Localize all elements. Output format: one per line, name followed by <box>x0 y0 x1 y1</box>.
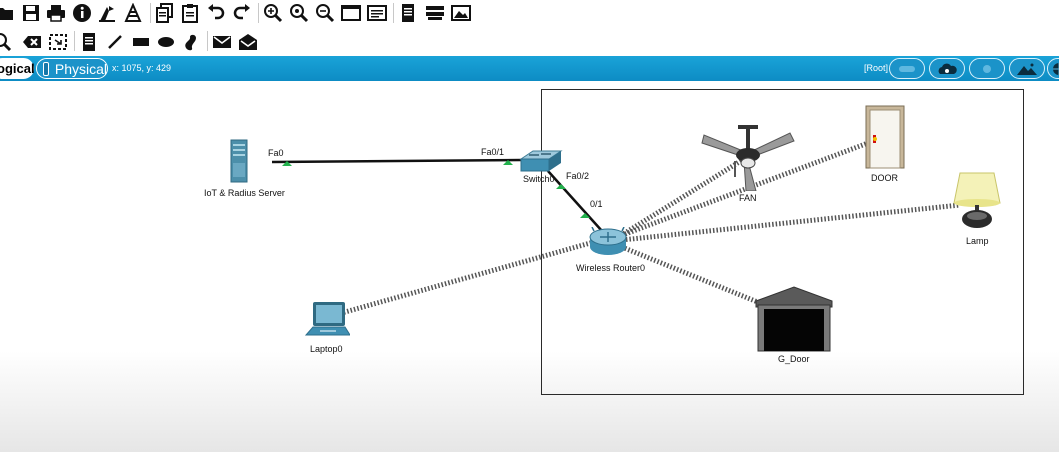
smart-door[interactable] <box>865 105 905 174</box>
server-icon <box>230 139 248 183</box>
background-image-icon[interactable] <box>450 2 472 24</box>
wireless-link-garage <box>611 240 761 306</box>
fan-label: FAN <box>739 193 757 203</box>
lamp-icon <box>953 172 1001 228</box>
mountain-button[interactable] <box>1009 58 1045 79</box>
workspace-mode-bar: ogical Physical x: 1075, y: 429 [Root] <box>0 56 1059 81</box>
door-label: DOOR <box>871 173 898 183</box>
drawing-toolbar <box>0 28 1059 56</box>
cluster-icon[interactable] <box>424 2 446 24</box>
router-label: Wireless Router0 <box>576 263 646 273</box>
mountain-icon <box>1017 63 1037 75</box>
ceiling-fan-icon <box>701 125 795 192</box>
complex-pdu-icon[interactable] <box>237 31 259 53</box>
door-icon <box>865 105 905 169</box>
wireless-router0[interactable] <box>588 226 630 262</box>
drawing-palette-icon[interactable] <box>340 2 362 24</box>
info-icon[interactable] <box>71 2 93 24</box>
tab-logical-label: ogical <box>0 61 35 76</box>
main-toolbar <box>0 0 1059 27</box>
wireless-router-icon <box>589 226 627 255</box>
smart-lamp[interactable] <box>950 171 1004 234</box>
laptop-icon <box>304 302 351 336</box>
physical-workspace-canvas[interactable]: IoT & Radius Server Fa0 Switch0 Fa0/1 Fa… <box>0 81 1059 452</box>
garage-door-g-door[interactable] <box>754 285 834 358</box>
tab-logical[interactable]: ogical <box>0 58 35 79</box>
redo-icon[interactable] <box>231 2 253 24</box>
ellipse-icon[interactable] <box>155 31 177 53</box>
rectangle-icon[interactable] <box>130 31 152 53</box>
laptop-label: Laptop0 <box>310 344 343 354</box>
laptop0[interactable] <box>304 301 351 344</box>
paste-icon[interactable] <box>179 2 201 24</box>
custom-device-dialog-icon[interactable] <box>366 2 388 24</box>
cursor-coordinates: x: 1075, y: 429 <box>112 63 172 73</box>
garage-door-label: G_Door <box>778 354 810 364</box>
garage-door-icon <box>755 286 833 352</box>
lamp-label: Lamp <box>966 236 989 246</box>
copy-icon[interactable] <box>154 2 176 24</box>
viewport-icon[interactable] <box>397 2 419 24</box>
port-label-switch-fa01: Fa0/1 <box>481 147 505 157</box>
undo-icon[interactable] <box>205 2 227 24</box>
iot-radius-server[interactable] <box>230 139 248 188</box>
simple-pdu-icon[interactable] <box>211 31 233 53</box>
cluster-button[interactable] <box>969 58 1005 79</box>
zoom-out-icon[interactable] <box>314 2 336 24</box>
server-label: IoT & Radius Server <box>204 188 285 198</box>
root-breadcrumb[interactable]: [Root] <box>864 63 888 73</box>
cluster-icon <box>983 64 991 73</box>
link-up-indicator <box>556 184 566 189</box>
navigation-button[interactable] <box>889 58 925 79</box>
open-folder-icon[interactable] <box>0 2 16 24</box>
wireless-link-laptop <box>337 235 609 317</box>
freeform-icon[interactable] <box>180 31 202 53</box>
globe-button[interactable] <box>1047 58 1059 79</box>
cloud-button[interactable] <box>929 58 965 79</box>
zoom-in-icon[interactable] <box>262 2 284 24</box>
resize-icon[interactable] <box>47 31 69 53</box>
physical-icon <box>43 61 49 76</box>
switch-icon <box>519 150 563 172</box>
port-label-server-fa0: Fa0 <box>268 148 284 158</box>
cloud-icon <box>938 63 957 74</box>
custom-devices-icon[interactable] <box>122 2 144 24</box>
save-icon[interactable] <box>20 2 42 24</box>
port-label-switch-fa02: Fa0/2 <box>566 171 590 181</box>
tab-physical-label: Physical <box>54 60 107 77</box>
cable-server-switch <box>271 158 523 164</box>
navigation-icon <box>899 65 915 72</box>
line-icon[interactable] <box>104 31 126 53</box>
inspect-icon[interactable] <box>0 31 14 53</box>
zoom-reset-icon[interactable] <box>288 2 310 24</box>
globe-icon <box>1053 62 1059 75</box>
port-label-router-01: 0/1 <box>590 199 603 209</box>
note-icon[interactable] <box>78 31 100 53</box>
delete-icon[interactable] <box>21 31 43 53</box>
ceiling-fan-fan[interactable] <box>700 125 796 196</box>
activity-wizard-icon[interactable] <box>96 2 118 24</box>
switch-label: Switch0 <box>523 174 555 184</box>
print-icon[interactable] <box>45 2 67 24</box>
tab-physical[interactable]: Physical <box>36 58 108 79</box>
